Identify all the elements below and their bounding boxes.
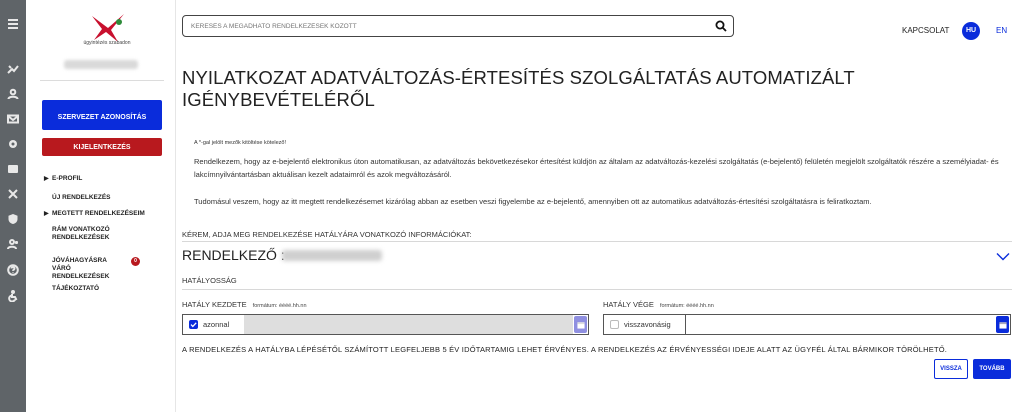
lang-hu-button[interactable]: HU [962,22,980,40]
lang-en-link[interactable]: EN [996,26,1007,35]
until-revoked-checkbox[interactable]: visszavonásig [604,315,684,334]
validity-start-label: HATÁLY KEZDETE formátum: éééé.hh.nn [182,300,307,309]
sidebar-item-concerning-me[interactable]: RÁM VONATKOZÓ RENDELKEZÉSEK [40,226,140,257]
news-icon[interactable] [5,161,21,177]
user-icon[interactable] [5,86,21,102]
sidebar-item-label: RÁM VONATKOZÓ RENDELKEZÉSEK [52,226,110,241]
validity-section-label: HATÁLYOSSÁG [182,276,237,285]
search-bar [182,15,734,37]
sidebar-item-my-orders[interactable]: ▶ MEGTETT RENDELKEZÉSEIM [40,210,170,226]
sidebar-item-awaiting-approval[interactable]: JÓVÁHAGYÁSRA VÁRÓ RENDELKEZÉSEK 0 [40,257,150,285]
sidebar-item-eprofil[interactable]: ▶ E-PROFIL [40,175,170,194]
divider [40,80,164,81]
shield-icon[interactable] [5,211,21,227]
contact-link[interactable]: KAPCSOLAT [902,26,949,35]
validity-start-field: azonnal [182,314,589,335]
user-name-redacted [64,60,138,69]
sign-icon[interactable] [5,61,21,77]
back-button[interactable]: VISSZA [934,359,968,379]
sidebar-item-label: ÚJ RENDELKEZÉS [52,194,111,201]
rendelkezo-name-redacted [282,250,382,261]
checkbox-unchecked-icon [610,320,619,329]
search-input[interactable] [191,20,711,33]
validity-end-date-input[interactable] [685,315,995,334]
org-identification-button[interactable]: SZERVEZET AZONOSÍTÁS [42,100,162,130]
divider [182,241,1012,242]
validity-start-title: HATÁLY KEZDETE [182,300,247,309]
calendar-icon[interactable] [996,316,1009,333]
accessibility-icon[interactable] [5,288,21,304]
sidebar-item-label: E-PROFIL [52,175,83,182]
info-request-heading: KÉREM, ADJA MEG RENDELKEZÉSE HATÁLYÁRA V… [182,230,472,239]
add-user-icon[interactable] [5,236,21,252]
search-icon[interactable] [715,20,727,32]
declaration-paragraph-2: Tudomásul veszem, hogy az itt megtett re… [194,197,872,206]
checkbox-checked-icon [189,320,198,329]
calendar-icon[interactable] [574,316,587,333]
immediately-checkbox[interactable]: azonnal [183,315,243,334]
sidebar-item-label: JÓVÁHAGYÁSRA VÁRÓ RENDELKEZÉSEK [52,257,110,280]
immediately-label: azonnal [203,320,230,329]
divider [182,289,1012,290]
sidebar-item-label: MEGTETT RENDELKEZÉSEIM [52,210,145,217]
date-format-hint: formátum: éééé.hh.nn [252,303,307,309]
required-fields-note: A *-gal jelölt mezők kitöltése kötelező! [194,140,287,146]
page-title: NYILATKOZAT ADATVÁLTOZÁS-ÉRTESÍTÉS SZOLG… [182,67,855,110]
logo-tagline: ügyintézés szabadon [83,40,131,46]
gear-icon[interactable] [5,136,21,152]
tools-icon[interactable] [5,186,21,202]
date-format-hint: formátum: éééé.hh.nn [659,303,714,309]
caret-right-icon: ▶ [44,211,49,217]
menu-icon[interactable] [5,16,21,32]
sidebar-item-new-order[interactable]: ÚJ RENDELKEZÉS [40,194,170,210]
next-button[interactable]: TOVÁBB [973,359,1011,379]
mail-icon[interactable] [5,111,21,127]
chevron-down-icon[interactable] [996,252,1010,261]
validity-start-date-input[interactable] [244,315,573,334]
sidebar-item-label: TÁJÉKOZTATÓ [52,285,100,292]
icon-rail [0,0,26,412]
help-icon[interactable] [5,262,21,278]
sidebar: ügyintézés szabadon SZERVEZET AZONOSÍTÁS… [26,0,176,412]
validity-end-title: HATÁLY VÉGE [603,300,654,309]
until-revoked-label: visszavonásig [624,320,671,329]
validity-note: A RENDELKEZÉS A HATÁLYBA LÉPÉSÉTŐL SZÁMÍ… [182,345,948,354]
logout-button[interactable]: KIJELENTKEZÉS [42,138,162,156]
rendelkezo-heading: RENDELKEZŐ : [182,247,285,263]
validity-end-field: visszavonásig [603,314,1011,335]
count-badge: 0 [131,257,140,266]
declaration-paragraph-1: Rendelkezem, hogy az e-bejelentő elektro… [194,157,999,179]
caret-right-icon: ▶ [44,176,49,182]
sidebar-item-info[interactable]: TÁJÉKOZTATÓ [40,285,170,297]
validity-end-label: HATÁLY VÉGE formátum: éééé.hh.nn [603,300,714,309]
sidebar-nav: ▶ E-PROFIL ÚJ RENDELKEZÉS ▶ MEGTETT REND… [40,175,170,297]
